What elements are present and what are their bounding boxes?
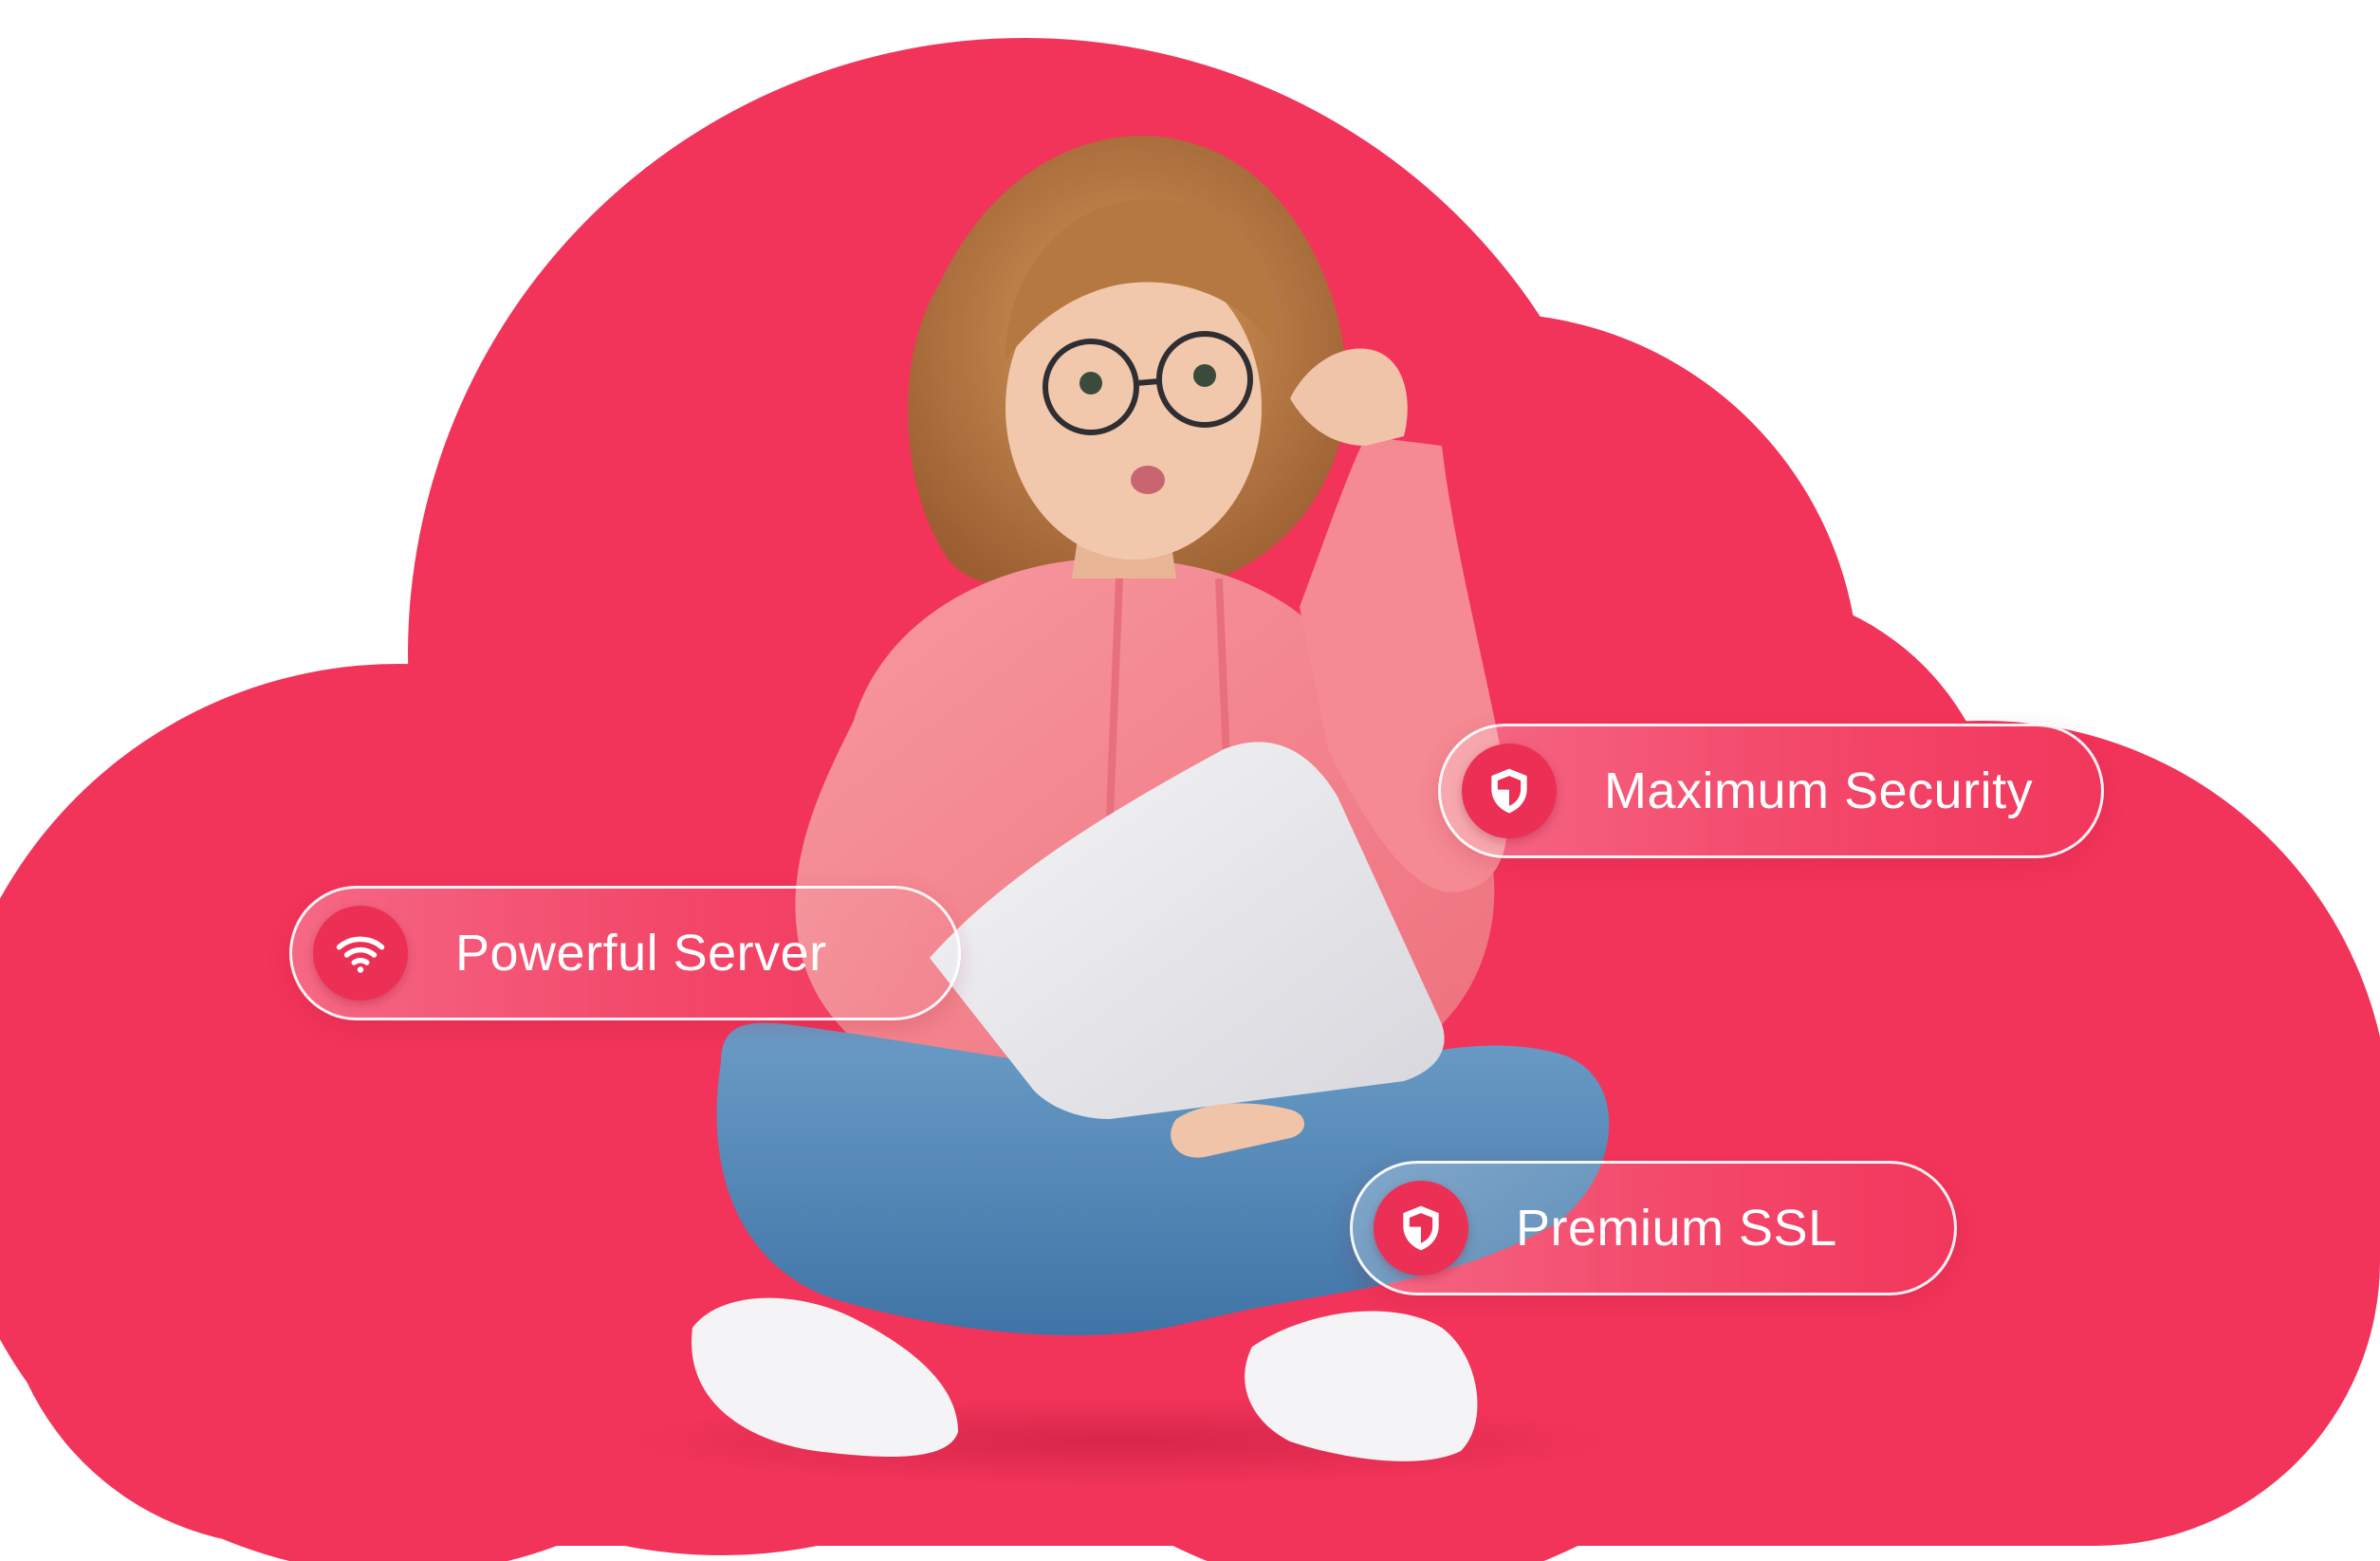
feature-pill-powerful-server: Powerful Server	[289, 886, 961, 1020]
wifi-icon	[313, 906, 408, 1001]
shield-icon	[1462, 744, 1557, 838]
feature-label: Maximum Security	[1604, 762, 2034, 819]
feature-pill-premium-ssl: Premium SSL	[1350, 1161, 1957, 1295]
feature-label: Premium SSL	[1516, 1200, 1837, 1257]
shield-icon	[1374, 1181, 1468, 1276]
feature-pill-maximum-security: Maximum Security	[1438, 724, 2104, 858]
feature-label: Powerful Server	[455, 925, 827, 982]
